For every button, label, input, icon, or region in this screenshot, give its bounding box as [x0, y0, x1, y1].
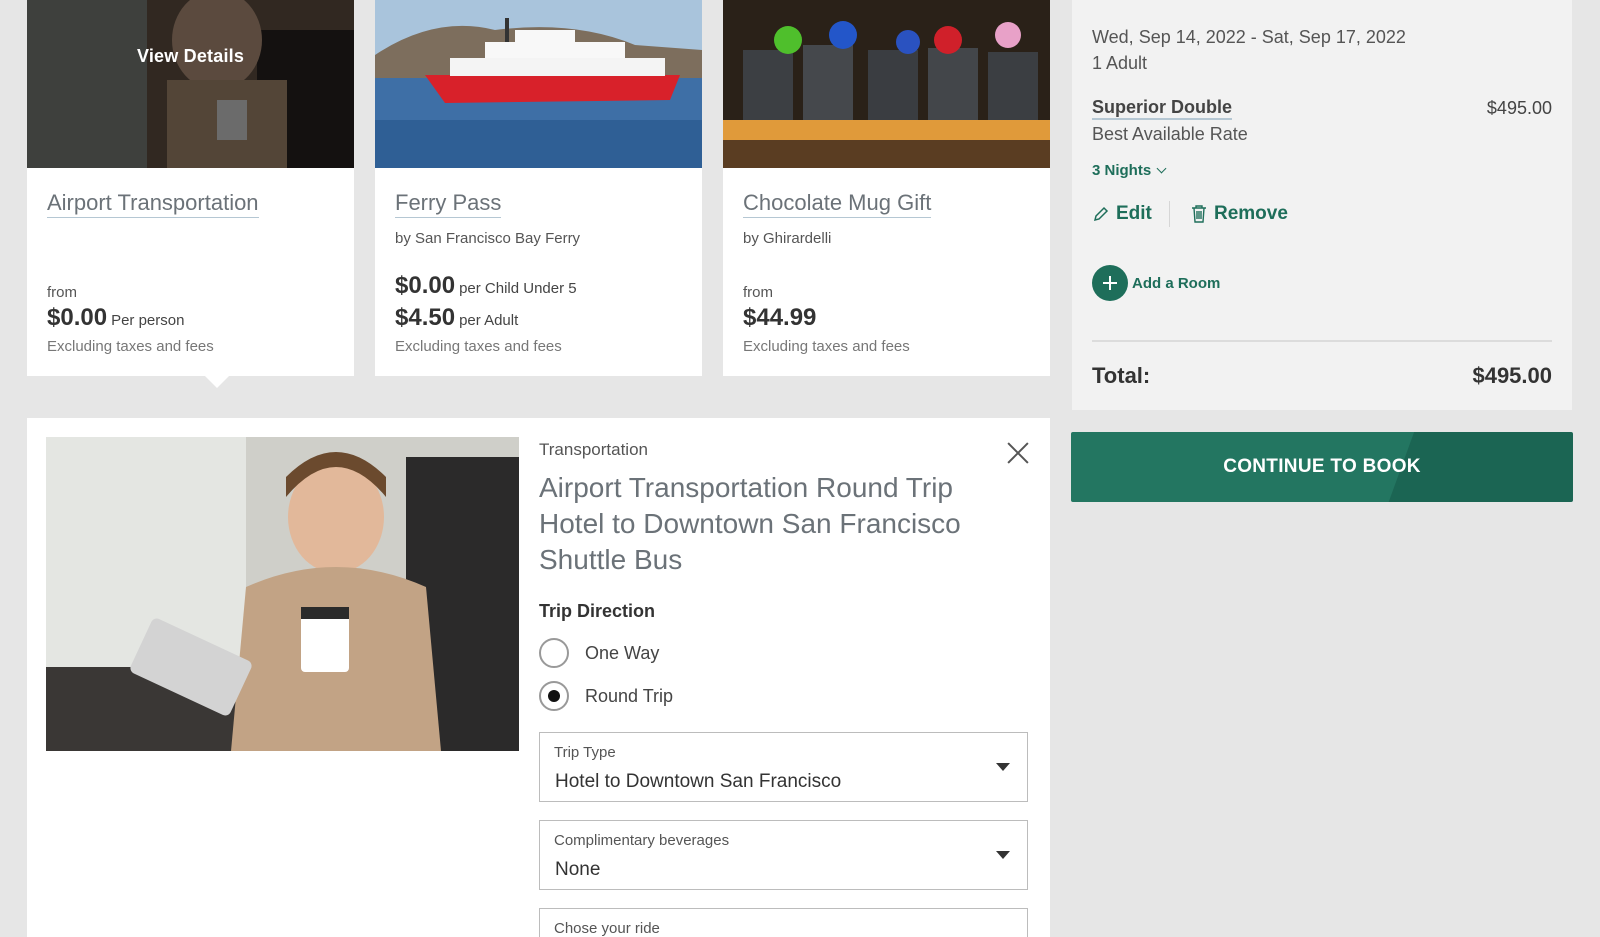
- price-unit: per Child Under 5: [459, 280, 577, 297]
- select-label: Chose your ride: [554, 920, 660, 937]
- price-line: $44.99: [743, 304, 816, 332]
- radio-button[interactable]: [539, 681, 569, 711]
- select-value: Hotel to Downtown San Francisco: [555, 771, 842, 792]
- caret-down-icon: [996, 851, 1010, 859]
- price-line-adult: $4.50 per Adult: [395, 304, 518, 332]
- vendor-label: by Ghirardelli: [743, 230, 832, 247]
- addon-title[interactable]: Ferry Pass: [395, 190, 502, 218]
- select-label: Trip Type: [554, 744, 616, 761]
- price: $0.00: [47, 304, 108, 331]
- addon-card-ferry-pass[interactable]: Ferry Pass by San Francisco Bay Ferry $0…: [375, 0, 702, 376]
- addon-title[interactable]: Airport Transportation: [47, 190, 259, 218]
- trip-direction-label: Trip Direction: [539, 601, 656, 621]
- total-label: Total:: [1092, 363, 1151, 388]
- radio-label: Round Trip: [585, 685, 674, 706]
- radio-button[interactable]: [539, 638, 569, 668]
- tax-note: Excluding taxes and fees: [47, 338, 214, 355]
- airport-transportation-image[interactable]: View Details: [27, 0, 354, 168]
- price-unit: Per person: [111, 312, 185, 329]
- price: $44.99: [743, 304, 817, 331]
- continue-to-book-button[interactable]: CONTINUE TO BOOK: [1071, 432, 1573, 502]
- radio-label: One Way: [585, 642, 660, 663]
- trip-type-select[interactable]: Trip Type Hotel to Downtown San Francisc…: [539, 732, 1028, 802]
- nights-toggle[interactable]: 3 Nights: [1092, 162, 1167, 179]
- action-divider: [1169, 201, 1170, 227]
- transportation-photo: [46, 437, 519, 751]
- vendor-label: by San Francisco Bay Ferry: [395, 230, 581, 247]
- rate-name: Best Available Rate: [1092, 124, 1248, 144]
- pencil-icon: [1093, 206, 1109, 222]
- complimentary-beverages-select[interactable]: Complimentary beverages None: [539, 820, 1028, 890]
- price-line: $0.00 Per person: [47, 304, 184, 332]
- add-room-button[interactable]: Add a Room: [1092, 265, 1220, 301]
- addon-card-chocolate-mug-gift[interactable]: Chocolate Mug Gift by Ghirardelli from $…: [723, 0, 1050, 376]
- price: $4.50: [395, 304, 456, 331]
- chocolate-mug-image[interactable]: [723, 0, 1050, 168]
- addon-heading: Airport Transportation Round Trip Hotel …: [539, 472, 961, 575]
- ferry-pass-image[interactable]: [375, 0, 702, 168]
- stay-dates: Wed, Sep 14, 2022 - Sat, Sep 17, 2022: [1092, 27, 1406, 47]
- guest-count: 1 Adult: [1092, 53, 1148, 73]
- select-label: Complimentary beverages: [554, 832, 730, 849]
- chevron-down-icon: [1156, 163, 1167, 174]
- add-room-label: Add a Room: [1132, 274, 1221, 292]
- chose-your-ride-select[interactable]: Chose your ride: [539, 908, 1028, 937]
- room-price: $495.00: [1486, 98, 1552, 118]
- select-value: None: [555, 859, 601, 880]
- edit-button[interactable]: Edit: [1092, 203, 1152, 225]
- close-icon[interactable]: [1003, 438, 1033, 468]
- plus-icon: [1092, 265, 1128, 301]
- addon-category: Transportation: [539, 440, 648, 459]
- price-line-child: $0.00 per Child Under 5: [395, 272, 577, 300]
- selected-pointer: [205, 376, 229, 388]
- from-label: from: [743, 284, 773, 301]
- booking-summary: Wed, Sep 14, 2022 - Sat, Sep 17, 2022 1 …: [1072, 0, 1572, 410]
- summary-divider: [1092, 340, 1552, 342]
- total-value: $495.00: [1472, 363, 1552, 388]
- remove-button[interactable]: Remove: [1190, 203, 1288, 225]
- caret-down-icon: [996, 763, 1010, 771]
- radio-round-trip[interactable]: Round Trip: [539, 680, 673, 712]
- trash-icon: [1192, 205, 1206, 223]
- price: $0.00: [395, 272, 456, 299]
- page: View Details Airport Transportation from…: [0, 0, 1600, 937]
- addon-details-panel: Transportation Airport Transportation Ro…: [27, 418, 1050, 937]
- room-name-link[interactable]: Superior Double: [1092, 97, 1233, 120]
- tax-note: Excluding taxes and fees: [743, 338, 910, 355]
- view-details-overlay[interactable]: View Details: [27, 0, 354, 168]
- edit-label: Edit: [1116, 203, 1152, 224]
- addon-card-airport-transportation[interactable]: View Details Airport Transportation from…: [27, 0, 354, 388]
- view-details-label: View Details: [136, 45, 245, 66]
- addon-title[interactable]: Chocolate Mug Gift: [743, 190, 932, 218]
- tax-note: Excluding taxes and fees: [395, 338, 562, 355]
- nights-label: 3 Nights: [1092, 162, 1152, 179]
- remove-label: Remove: [1214, 203, 1288, 224]
- from-label: from: [47, 284, 77, 301]
- price-unit: per Adult: [459, 312, 519, 329]
- radio-one-way[interactable]: One Way: [539, 637, 659, 669]
